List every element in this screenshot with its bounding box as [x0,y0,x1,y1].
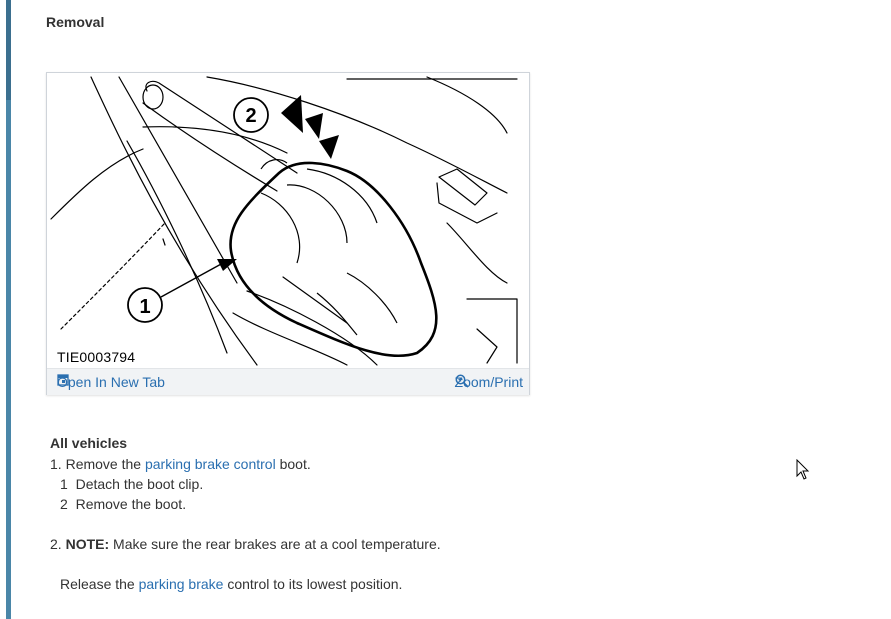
parking-brake-control-link[interactable]: parking brake control [145,456,276,472]
parking-brake-link[interactable]: parking brake [139,576,224,592]
scroll-rail-thumb[interactable] [6,0,11,100]
mouse-cursor-icon [796,459,810,480]
section-title: Removal [46,14,105,30]
substep-2-text: Remove the boot. [75,496,187,512]
step-2-number: 2. [50,536,62,552]
callout-1-label: 1 [139,296,150,318]
zoom-in-icon [455,374,469,388]
instructions-heading: All vehicles [50,435,128,451]
step-1-pre: Remove the [65,456,142,472]
substep-2-number: 2 [60,496,68,512]
step-2-action: Release the parking brake control to its… [60,576,402,592]
substep-1: 1 Detach the boot clip. [60,476,203,492]
figure-card: 2 1 TIE0003794 Open In New Tab Zoom/Prin… [46,72,530,395]
parking-brake-boot-illustration[interactable]: 2 1 [47,73,529,368]
note-text: Make sure the rear brakes are at a cool … [113,536,441,552]
substep-1-text: Detach the boot clip. [75,476,204,492]
step-2-post: control to its lowest position. [227,576,403,592]
open-in-new-tab-label: Open In New Tab [57,374,165,390]
callout-2-label: 2 [245,105,256,127]
note-label: NOTE: [65,536,110,552]
step-1-post: boot. [279,456,311,472]
open-in-new-tab-link[interactable]: Open In New Tab [57,374,165,390]
zoom-print-link[interactable]: Zoom/Print [455,374,523,390]
figure-id: TIE0003794 [57,349,136,365]
substep-1-number: 1 [60,476,68,492]
substep-2: 2 Remove the boot. [60,496,186,512]
step-2: 2. NOTE: Make sure the rear brakes are a… [50,536,441,552]
figure-toolbar: Open In New Tab Zoom/Print [47,368,529,395]
step-1-number: 1. [50,456,62,472]
left-rail [0,0,14,619]
step-2-pre: Release the [60,576,135,592]
step-1: 1. Remove the parking brake control boot… [50,456,311,472]
new-tab-icon [57,374,69,386]
